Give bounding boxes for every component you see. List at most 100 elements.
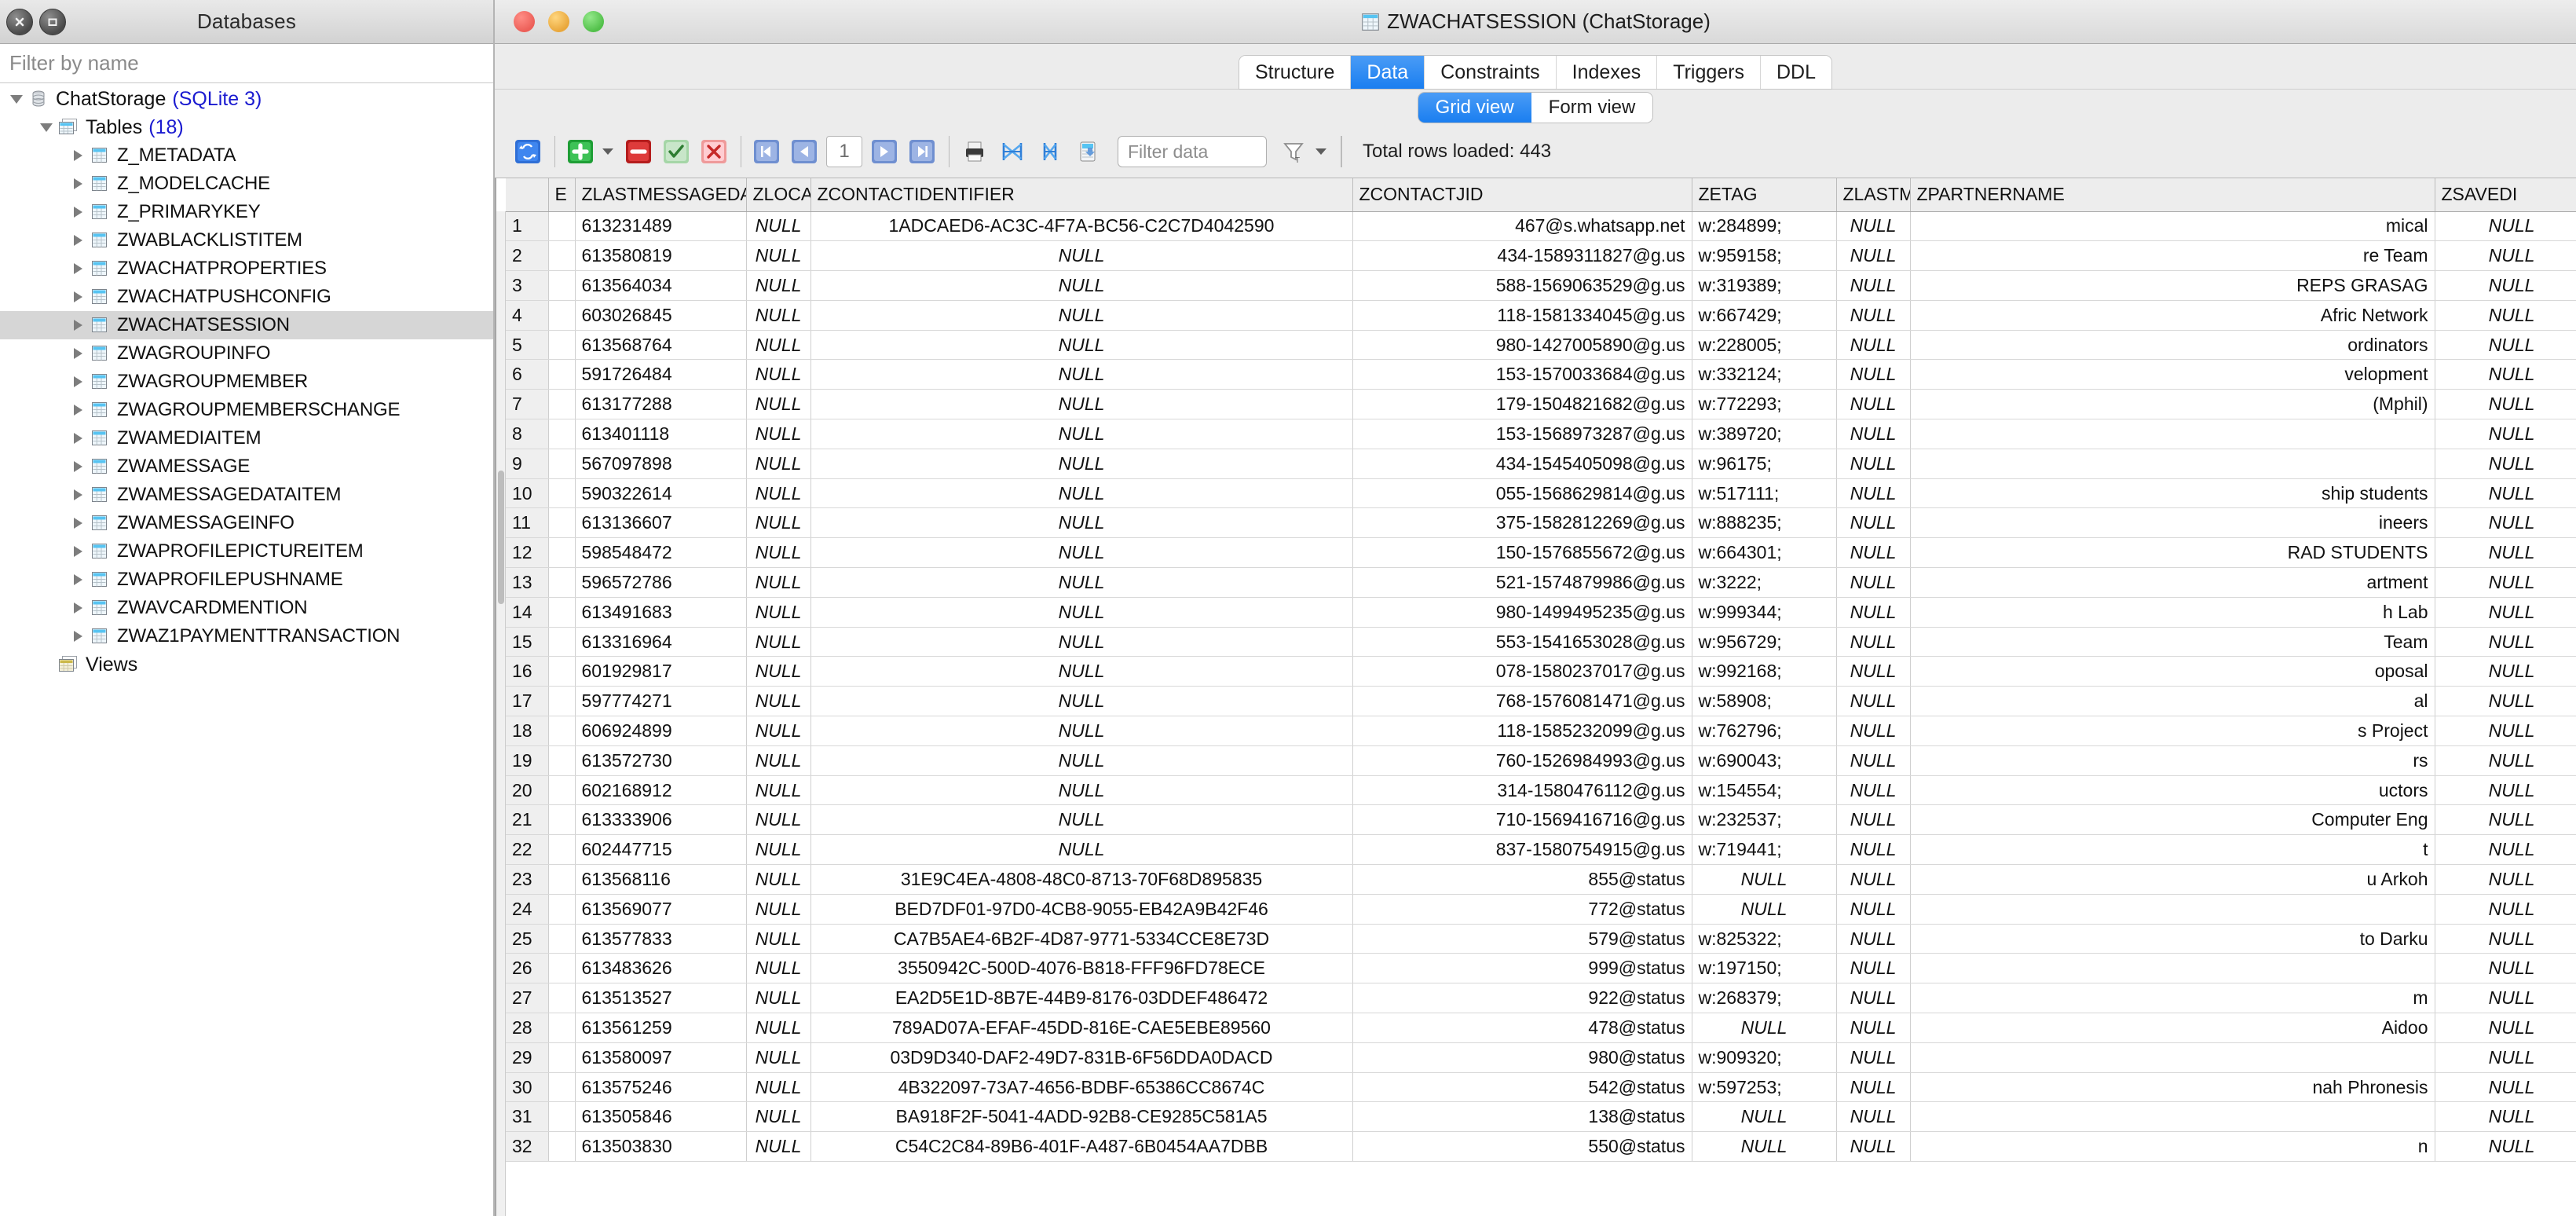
cell-zetag[interactable]: w:956729; [1692, 627, 1837, 657]
cell-zetag[interactable]: w:96175; [1692, 449, 1837, 479]
twisty-open-icon[interactable] [8, 90, 25, 108]
tree-item-database[interactable]: ChatStorage (SQLite 3) [0, 85, 493, 113]
tree-item-table[interactable]: ZWAZ1PAYMENTTRANSACTION [0, 622, 493, 650]
cell-e[interactable] [548, 419, 576, 449]
cell-zlastmessagedate[interactable]: 567097898 [575, 449, 747, 479]
cell-zlastmessagedate[interactable]: 597774271 [575, 686, 747, 717]
tree-item-table[interactable]: ZWACHATPROPERTIES [0, 255, 493, 283]
cell-zcontactjid[interactable]: 772@status [1352, 894, 1692, 925]
cell-zlastmessage[interactable]: NULL [1836, 983, 1911, 1014]
refresh-icon[interactable] [512, 137, 543, 167]
cell-zpartnername[interactable]: m [1910, 983, 2435, 1014]
page-number-input[interactable]: 1 [826, 136, 862, 167]
cell-zcontactidentifier[interactable]: BA918F2F-5041-4ADD-92B8-CE9285C581A5 [810, 1101, 1353, 1133]
export-icon[interactable] [1072, 137, 1103, 167]
cell-zcontactjid[interactable]: 521-1574879986@g.us [1352, 567, 1692, 598]
tree-item-table[interactable]: ZWAMEDIAITEM [0, 424, 493, 452]
cell-zcontactjid[interactable]: 579@status [1352, 924, 1692, 954]
cell-zcontactjid[interactable]: 078-1580237017@g.us [1352, 656, 1692, 687]
filter-by-name-input[interactable] [5, 50, 488, 76]
grid-view-toggle[interactable]: Grid view [1418, 93, 1531, 123]
cell-zpartnername[interactable]: velopment [1910, 359, 2435, 390]
cell-zlastmessagedate[interactable]: 613572730 [575, 745, 747, 776]
cell-zlocation[interactable]: NULL [746, 300, 811, 331]
cell-zpartnername[interactable]: ordinators [1910, 330, 2435, 361]
cell-e[interactable] [548, 894, 576, 925]
cell-zetag[interactable]: NULL [1692, 1013, 1837, 1043]
chevron-down-icon[interactable] [602, 148, 613, 155]
cell-zlastmessagedate[interactable]: 613401118 [575, 419, 747, 449]
cell-zlocation[interactable]: NULL [746, 597, 811, 628]
cell-zcontactjid[interactable]: 118-1581334045@g.us [1352, 300, 1692, 331]
tree-item-table[interactable]: ZWAMESSAGEINFO [0, 509, 493, 537]
cell-zcontactjid[interactable]: 478@status [1352, 1013, 1692, 1043]
cell-e[interactable] [548, 804, 576, 836]
cell-zlastmessage[interactable]: NULL [1836, 834, 1911, 866]
cell-zpartnername[interactable]: Afric Network [1910, 300, 2435, 331]
cell-zpartnername[interactable]: ship students [1910, 478, 2435, 509]
cell-zcontactidentifier[interactable]: NULL [810, 537, 1353, 569]
cell-zlocation[interactable]: NULL [746, 507, 811, 539]
cell-zpartnername[interactable] [1910, 953, 2435, 984]
cell-zetag[interactable]: NULL [1692, 1131, 1837, 1162]
cell-zcontactidentifier[interactable]: 3550942C-500D-4076-B818-FFF96FD78ECE [810, 953, 1353, 984]
cell-zpartnername[interactable]: RAD STUDENTS [1910, 537, 2435, 569]
cell-zcontactjid[interactable]: 434-1545405098@g.us [1352, 449, 1692, 479]
print-icon[interactable] [959, 137, 990, 167]
twisty-closed-icon[interactable] [69, 628, 86, 645]
cell-zsavedinput[interactable]: NULL [2435, 686, 2576, 717]
cell-zcontactidentifier[interactable]: NULL [810, 419, 1353, 449]
cell-e[interactable] [548, 627, 576, 657]
cell-zetag[interactable]: w:690043; [1692, 745, 1837, 776]
cell-zpartnername[interactable]: uctors [1910, 775, 2435, 806]
cell-e[interactable] [548, 953, 576, 984]
cell-zetag[interactable]: w:664301; [1692, 537, 1837, 569]
table-row[interactable]: 22 602447715 NULL NULL 837-1580754915@g.us w:… [506, 834, 2576, 866]
cell-zsavedinput[interactable]: NULL [2435, 211, 2576, 242]
cell-zlastmessage[interactable]: NULL [1836, 597, 1911, 628]
cell-zlastmessagedate[interactable]: 598548472 [575, 537, 747, 569]
row-number[interactable]: 14 [506, 597, 549, 628]
row-number[interactable]: 12 [506, 537, 549, 569]
cell-zpartnername[interactable]: ineers [1910, 507, 2435, 539]
cell-zsavedinput[interactable]: NULL [2435, 894, 2576, 925]
table-row[interactable]: 6 591726484 NULL NULL 153-1570033684@g.us w:3… [506, 359, 2576, 390]
row-number[interactable]: 26 [506, 953, 549, 984]
cell-zsavedinput[interactable]: NULL [2435, 240, 2576, 272]
row-number[interactable]: 32 [506, 1131, 549, 1162]
cell-zlastmessagedate[interactable]: 613575246 [575, 1072, 747, 1103]
cell-zlastmessagedate[interactable]: 613136607 [575, 507, 747, 539]
row-number[interactable]: 16 [506, 656, 549, 687]
cell-e[interactable] [548, 745, 576, 776]
cell-zsavedinput[interactable]: NULL [2435, 745, 2576, 776]
cell-zpartnername[interactable]: mical [1910, 211, 2435, 242]
tree-item-table[interactable]: ZWAVCARDMENTION [0, 594, 493, 622]
cell-zlocation[interactable]: NULL [746, 686, 811, 717]
column-header-zlastmessagedate[interactable]: ZLASTMESSAGEDATE [575, 178, 747, 212]
cell-zetag[interactable]: w:762796; [1692, 716, 1837, 746]
cell-zpartnername[interactable]: s Project [1910, 716, 2435, 746]
cell-zlastmessage[interactable]: NULL [1836, 686, 1911, 717]
row-number[interactable]: 9 [506, 449, 549, 479]
twisty-closed-icon[interactable] [69, 543, 86, 560]
cell-zsavedinput[interactable]: NULL [2435, 300, 2576, 331]
row-number[interactable]: 8 [506, 419, 549, 449]
cell-zpartnername[interactable]: t [1910, 834, 2435, 866]
cell-zlastmessage[interactable]: NULL [1836, 953, 1911, 984]
row-number[interactable]: 24 [506, 894, 549, 925]
table-row[interactable]: 30 613575246 NULL 4B322097-73A7-4656-BDBF-6… [506, 1072, 2576, 1103]
cell-zsavedinput[interactable]: NULL [2435, 804, 2576, 836]
table-row[interactable]: 18 606924899 NULL NULL 118-1585232099@g.us w:… [506, 716, 2576, 746]
cell-zlastmessage[interactable]: NULL [1836, 537, 1911, 569]
twisty-closed-icon[interactable] [69, 430, 86, 447]
cell-zpartnername[interactable]: re Team [1910, 240, 2435, 272]
cell-zlastmessage[interactable]: NULL [1836, 656, 1911, 687]
tab-constraints[interactable]: Constraints [1425, 56, 1557, 89]
cell-zlocation[interactable]: NULL [746, 627, 811, 657]
cell-zcontactjid[interactable]: 837-1580754915@g.us [1352, 834, 1692, 866]
twisty-open-icon[interactable] [38, 119, 55, 136]
table-row[interactable]: 13 596572786 NULL NULL 521-1574879986@g.us w:… [506, 567, 2576, 598]
cell-zcontactidentifier[interactable]: NULL [810, 389, 1353, 420]
row-number[interactable]: 15 [506, 627, 549, 657]
cell-zetag[interactable]: w:332124; [1692, 359, 1837, 390]
